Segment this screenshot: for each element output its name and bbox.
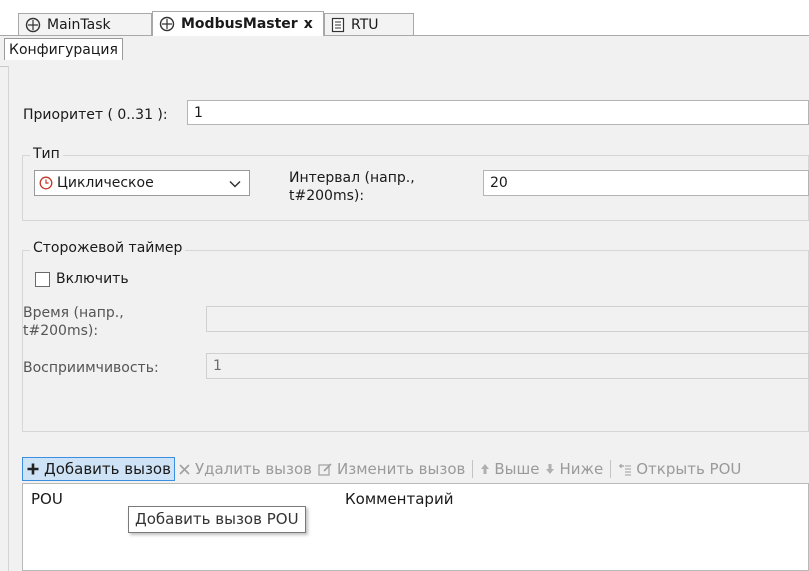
watchdog-time-input[interactable] [206, 306, 809, 332]
interval-label-line2: t#200ms): [289, 188, 365, 204]
move-down-label: Ниже [559, 460, 604, 478]
chevron-down-icon [229, 180, 241, 188]
tab-rtu-label: RTU [351, 16, 379, 33]
open-pou-button[interactable]: Открыть POU [615, 457, 744, 481]
interval-label: Интервал (напр., t#200ms): [289, 169, 415, 205]
column-header-comment[interactable]: Комментарий [345, 490, 453, 508]
sensitivity-label: Восприимчивость: [23, 360, 159, 376]
close-tab-icon[interactable]: x [304, 16, 313, 32]
delete-icon [178, 463, 191, 476]
edit-call-button[interactable]: Изменить вызов [315, 457, 468, 481]
tab-rtu[interactable]: RTU [324, 13, 414, 35]
interval-value: 20 [490, 175, 508, 191]
tab-maintask[interactable]: MainTask [18, 13, 152, 35]
pou-call-toolbar: Добавить вызов Удалить вызов Изменить вы… [22, 456, 809, 482]
open-pou-icon [618, 462, 632, 476]
task-icon [25, 17, 41, 32]
clock-icon [39, 176, 53, 190]
move-up-label: Выше [494, 460, 540, 478]
column-header-pou[interactable]: POU [31, 490, 63, 508]
move-down-button[interactable]: Ниже [542, 457, 606, 481]
watchdog-time-label: Время (напр., t#200ms): [23, 304, 124, 340]
task-type-value: Циклическое [57, 175, 154, 191]
priority-input[interactable]: 1 [187, 100, 809, 125]
tab-maintask-label: MainTask [47, 16, 111, 33]
add-call-button[interactable]: Добавить вызов [22, 457, 175, 481]
watchdog-group-legend: Сторожевой таймер [30, 240, 186, 256]
priority-label: Приоритет ( 0..31 ): [23, 107, 168, 123]
priority-value: 1 [194, 104, 203, 121]
document-icon [331, 17, 345, 32]
tab-modbusmaster[interactable]: ModbusMaster x [152, 11, 324, 36]
watchdog-enable-checkbox[interactable] [35, 272, 50, 287]
arrow-down-icon [545, 463, 555, 475]
watchdog-time-label-line1: Время (напр., [23, 305, 124, 321]
move-up-button[interactable]: Выше [477, 457, 542, 481]
tab-configuration[interactable]: Конфигурация [4, 38, 123, 60]
toolbar-separator [472, 460, 474, 478]
task-type-select[interactable]: Циклическое [34, 170, 250, 196]
tab-modbusmaster-label: ModbusMaster [181, 16, 298, 32]
open-pou-label: Открыть POU [636, 460, 742, 478]
sensitivity-value: 1 [213, 358, 222, 374]
arrow-up-icon [480, 463, 490, 475]
toolbar-separator [610, 460, 612, 478]
remove-call-button[interactable]: Удалить вызов [175, 457, 315, 481]
plus-icon [26, 462, 40, 476]
task-icon [159, 16, 175, 32]
interval-input[interactable]: 20 [483, 170, 809, 196]
interval-label-line1: Интервал (напр., [289, 170, 415, 186]
remove-call-label: Удалить вызов [194, 460, 313, 478]
add-call-tooltip: Добавить вызов POU [128, 506, 306, 533]
edit-icon [318, 462, 333, 476]
watchdog-time-label-line2: t#200ms): [23, 323, 99, 339]
sensitivity-input[interactable]: 1 [206, 353, 809, 379]
watchdog-group [22, 250, 809, 432]
edit-call-label: Изменить вызов [337, 460, 466, 478]
type-group-legend: Тип [30, 146, 63, 162]
watchdog-enable-label: Включить [56, 271, 129, 287]
add-call-label: Добавить вызов [44, 460, 171, 478]
